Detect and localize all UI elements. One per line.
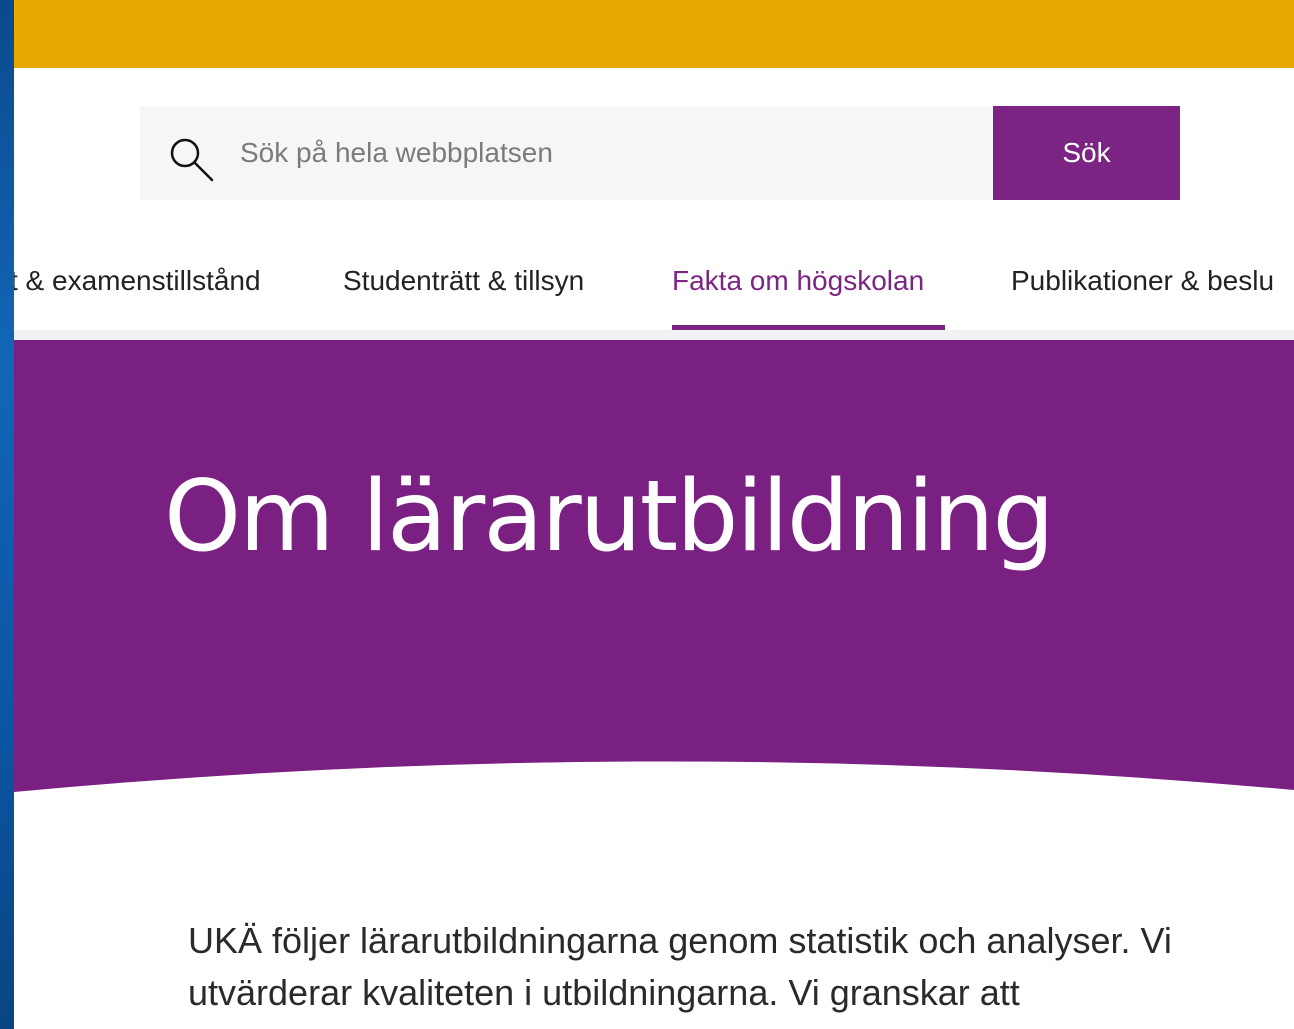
nav-item-publikationer-beslut[interactable]: Publikationer & beslu — [1011, 265, 1274, 297]
top-banner — [14, 0, 1294, 68]
search-field-container[interactable] — [140, 106, 993, 200]
main-navigation: t & examenstillstånd Studenträtt & tills… — [14, 255, 1294, 333]
nav-item-examenstillstand[interactable]: t & examenstillstånd — [14, 265, 261, 297]
hero-wave-shape — [14, 761, 1294, 810]
nav-item-fakta-om-hogskolan[interactable]: Fakta om högskolan — [672, 265, 924, 297]
page-title: Om lärarutbildning — [164, 460, 1055, 574]
intro-paragraph: UKÄ följer lärarutbildningarna genom sta… — [188, 920, 1172, 1013]
hero-banner: Om lärarutbildning — [14, 340, 1294, 810]
search-button[interactable]: Sök — [993, 106, 1180, 200]
nav-divider — [14, 330, 1294, 340]
search-input[interactable] — [240, 106, 980, 200]
search-icon — [168, 136, 216, 184]
nav-item-studentratt-tillsyn[interactable]: Studenträtt & tillsyn — [343, 265, 584, 297]
browser-page: Sök t & examenstillstånd Studenträtt & t… — [14, 0, 1294, 1029]
search-bar: Sök — [140, 106, 1180, 200]
